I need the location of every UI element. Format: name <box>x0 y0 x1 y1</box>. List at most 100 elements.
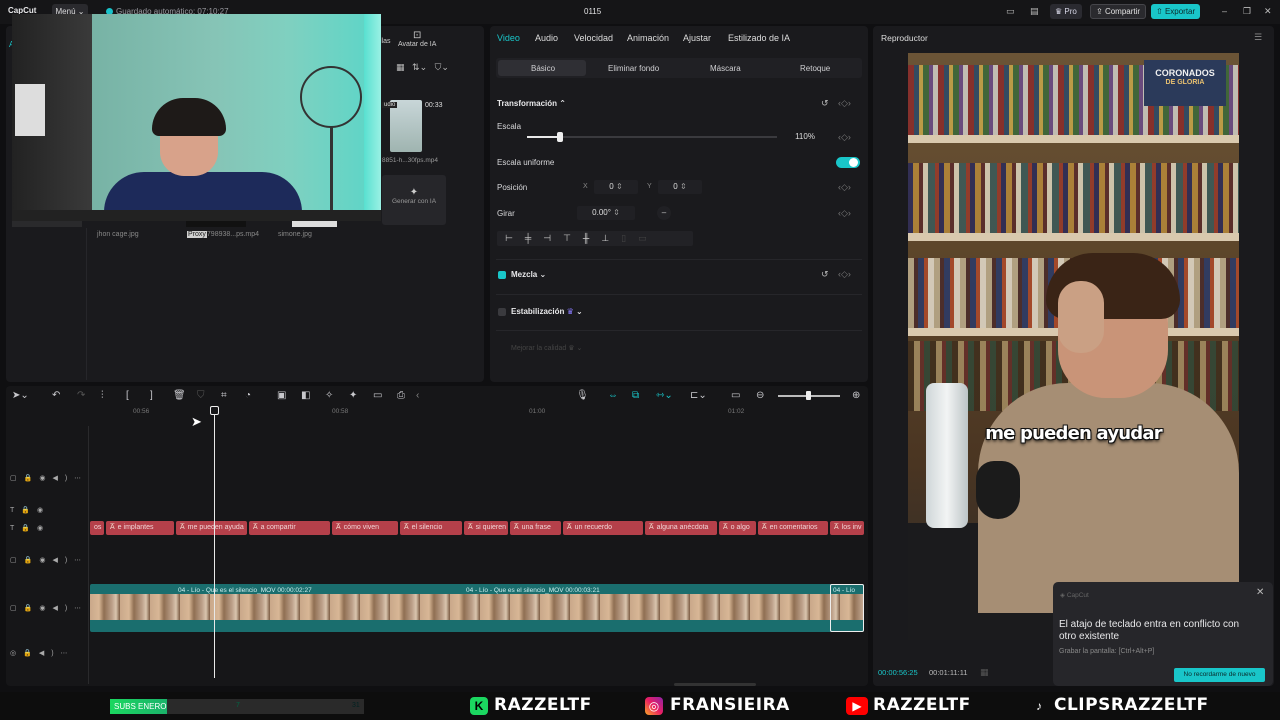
caption-clip[interactable]: A̅ a compartir <box>249 521 330 535</box>
delete-icon[interactable]: 🗑 <box>173 390 186 401</box>
caption-clip[interactable]: A̅ alguna anécdota <box>645 521 717 535</box>
close-icon[interactable]: ✕ <box>1256 587 1264 598</box>
auto-snap-icon[interactable]: ⧉ <box>632 390 639 401</box>
align-top-icon[interactable]: ⊤ <box>563 233 583 243</box>
caption-clip[interactable]: A̅ en comentarios <box>758 521 828 535</box>
trim-left-icon[interactable]: [ <box>126 390 129 401</box>
more-icon[interactable]: ⋯ <box>74 557 88 564</box>
tab-estilizado-ia[interactable]: Estilizado de IA <box>728 33 790 43</box>
lock-icon[interactable]: 🔒 <box>21 507 37 514</box>
align-icons[interactable]: ⊢╪⊣⊤╫⊥▯▭ <box>505 233 659 244</box>
eye-icon[interactable]: ◉ <box>37 525 50 532</box>
link-icon[interactable]: ⇿⌄ <box>656 390 673 401</box>
keyframe-icon[interactable]: ‹◇› <box>838 269 851 280</box>
subtab-retoque[interactable]: Retoque <box>800 64 830 73</box>
distribute-h-icon[interactable]: ▯ <box>621 233 638 243</box>
reset-icon[interactable]: ↺ <box>821 98 829 109</box>
caption-clip[interactable]: A̅ los inv <box>830 521 864 535</box>
tab-video[interactable]: Video <box>497 33 520 43</box>
align-center-v-icon[interactable]: ╫ <box>583 233 601 243</box>
align-left-icon[interactable]: ⊢ <box>505 233 525 243</box>
caption-clip[interactable]: A̅ si quieren <box>464 521 508 535</box>
grid-icon[interactable]: ▦ <box>980 667 989 678</box>
video-preview[interactable] <box>908 53 1239 640</box>
generate-ai-button[interactable]: ✦ Generar con IA <box>382 175 446 225</box>
lock-icon[interactable]: 🔒 <box>24 475 40 482</box>
zoom-slider-handle[interactable] <box>806 391 811 400</box>
stepper-icon[interactable]: ⇕ <box>613 208 620 217</box>
collapse-icon[interactable]: ‹ <box>416 390 419 401</box>
zoom-out-icon[interactable]: ⊖ <box>756 390 764 401</box>
maximize-icon[interactable]: ❐ <box>1243 6 1251 17</box>
caption-clip[interactable]: A̅ e implantes <box>106 521 174 535</box>
caption-clip[interactable]: os <box>90 521 104 535</box>
eye-icon[interactable]: ◉ <box>39 605 52 612</box>
undo-icon[interactable]: ↶ <box>52 390 60 401</box>
media-thumbnail[interactable] <box>292 221 337 227</box>
more-icon[interactable]: ⋯ <box>61 650 75 657</box>
lock-icon[interactable]: 🔒 <box>23 650 39 657</box>
project-title[interactable]: 0115 <box>584 7 601 16</box>
crop-icon[interactable]: ⌗ <box>221 390 227 401</box>
stabilize-checkbox[interactable] <box>498 308 506 316</box>
playhead[interactable] <box>214 410 215 678</box>
section-stabilize[interactable]: Estabilización ♛ ⌄ <box>511 307 583 316</box>
ai-edit-icon[interactable]: ✧ <box>325 390 333 401</box>
media-thumbnail[interactable] <box>12 221 82 227</box>
zoom-in-icon[interactable]: ⊕ <box>852 390 860 401</box>
subtab-eliminar-fondo[interactable]: Eliminar fondo <box>608 64 659 73</box>
stepper-icon[interactable]: ⇕ <box>680 182 687 191</box>
playhead-handle[interactable] <box>210 406 219 415</box>
reset-icon[interactable]: ↺ <box>821 269 829 280</box>
media-tab-partial-label[interactable]: llas <box>380 38 391 45</box>
scale-value-field[interactable]: 110% <box>790 130 820 144</box>
keyframe-icon[interactable]: ‹◇› <box>838 208 851 219</box>
tab-velocidad[interactable]: Velocidad <box>574 33 613 43</box>
scale-slider-handle[interactable] <box>557 132 563 142</box>
timeline-scrollbar[interactable] <box>674 683 756 686</box>
split-icon[interactable]: ⫶ <box>101 390 104 401</box>
selected-clip-outline[interactable] <box>830 584 864 632</box>
keyframe-icon[interactable]: ‹◇› <box>838 98 851 109</box>
sort-icon[interactable]: ⇅⌄ <box>412 62 427 72</box>
shortcuts-icon[interactable]: ▤ <box>1030 6 1039 17</box>
caption-icon[interactable]: ▭ <box>373 390 382 401</box>
blend-checkbox[interactable] <box>498 271 506 279</box>
subtab-basico[interactable]: Básico <box>531 64 555 73</box>
layout-icon[interactable]: ▭ <box>1006 6 1015 17</box>
keyframe-icon[interactable]: ‹◇› <box>838 132 851 143</box>
tab-audio[interactable]: Audio <box>535 33 558 43</box>
shield-icon[interactable]: ⛉ <box>197 390 205 401</box>
align-right-icon[interactable]: ⊣ <box>543 233 563 243</box>
main-track-magnet-icon[interactable]: ⇔ <box>608 390 618 401</box>
select-tool-icon[interactable]: ➤⌄ <box>12 390 29 401</box>
media-thumbnail[interactable] <box>186 221 246 227</box>
stepper-icon[interactable]: ⇕ <box>616 182 623 191</box>
eye-icon[interactable]: ◉ <box>39 475 52 482</box>
more-icon[interactable]: ⋯ <box>74 475 88 482</box>
audio-icon[interactable]: ◀) <box>52 475 74 482</box>
lock-icon[interactable]: 🔒 <box>24 605 40 612</box>
trim-right-icon[interactable]: ] <box>150 390 153 401</box>
tab-avatar-ia[interactable]: ⊡ Avatar de IA <box>398 30 436 48</box>
align-center-h-icon[interactable]: ╪ <box>525 233 543 243</box>
more-icon[interactable]: ⋯ <box>74 605 88 612</box>
caption-clip[interactable]: A̅ el silencio <box>400 521 462 535</box>
filter-icon[interactable]: ⛉⌄ <box>435 62 449 72</box>
audio-icon[interactable]: ◀) <box>39 650 61 657</box>
grid-view-icon[interactable]: ▦ <box>396 62 405 72</box>
uniform-scale-toggle[interactable] <box>836 157 860 168</box>
rotate-dial-icon[interactable]: – <box>657 206 671 220</box>
align-bottom-icon[interactable]: ⊥ <box>601 233 621 243</box>
section-transform[interactable]: Transformación ⌃ <box>497 99 566 108</box>
dont-remind-button[interactable]: No recordarme de nuevo <box>1174 668 1265 682</box>
preview-axis-icon[interactable]: ⊏⌄ <box>690 390 707 401</box>
export-frame-icon[interactable]: ⎙ <box>397 390 405 401</box>
keyframe-icon[interactable]: ‹◇› <box>838 182 851 193</box>
caption-clip[interactable]: A̅ me pueden ayuda <box>176 521 247 535</box>
position-y-field[interactable]: 0 ⇕ <box>658 180 702 194</box>
tab-animacion[interactable]: Animación <box>627 33 669 43</box>
tab-ajustar[interactable]: Ajustar <box>683 33 711 43</box>
caption-clip[interactable]: A̅ cómo viven <box>332 521 398 535</box>
fit-icon[interactable]: ▭ <box>731 390 740 401</box>
